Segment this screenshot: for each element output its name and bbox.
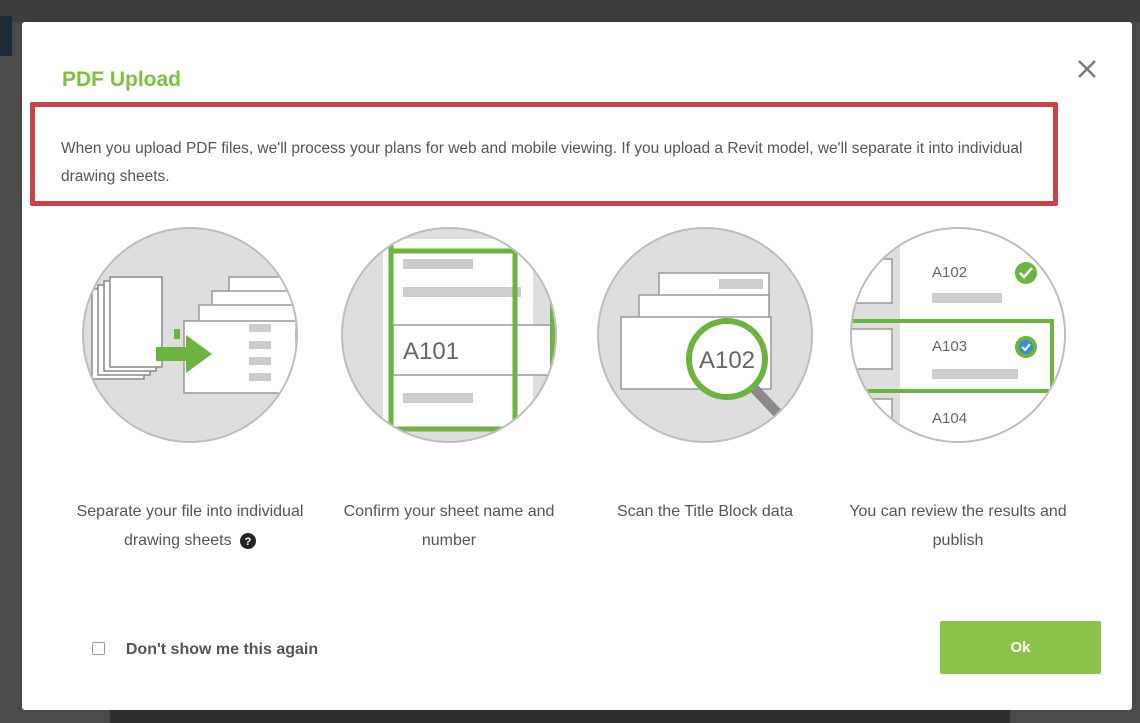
backdrop-tab [0,16,12,56]
close-icon[interactable] [1074,56,1100,82]
step-label: Separate your file into individual drawi… [76,503,304,549]
svg-text:?: ? [245,536,252,548]
ok-button[interactable]: Ok [940,621,1101,674]
svg-text:A102: A102 [699,347,755,374]
confirm-sheet-illustration: A101 [341,227,557,443]
svg-text:A104: A104 [932,410,967,427]
step-label: You can review the results and publish [849,503,1067,549]
pdf-upload-modal: PDF Upload When you upload PDF files, we… [22,22,1132,710]
step-label: Scan the Title Block data [616,503,794,520]
step-separate: Separate your file into individual drawi… [60,227,320,555]
backdrop-strip [110,708,1010,723]
modal-title: PDF Upload [62,68,181,91]
backdrop [0,0,1140,22]
svg-text:A102: A102 [932,264,967,281]
svg-text:A103: A103 [932,338,967,355]
step-label: Confirm your sheet name and number [343,503,555,549]
svg-text:A101: A101 [403,338,459,365]
step-confirm: A101 Confirm your sheet name and number [319,227,579,555]
modal-description: When you upload PDF files, we'll process… [61,140,1023,185]
step-scan: A102 Scan the Title Block data [575,227,835,526]
dont-show-label[interactable]: Don't show me this again [122,634,322,666]
help-icon[interactable]: ? [240,532,257,549]
scan-title-block-illustration: A102 [597,227,813,443]
description-highlight: When you upload PDF files, we'll process… [30,102,1058,206]
separate-sheets-illustration [82,227,298,443]
dont-show-checkbox[interactable] [92,642,105,655]
review-publish-illustration: A102 A103 A104 [850,227,1066,443]
step-review: A102 A103 A104 You can review the result… [828,227,1088,555]
